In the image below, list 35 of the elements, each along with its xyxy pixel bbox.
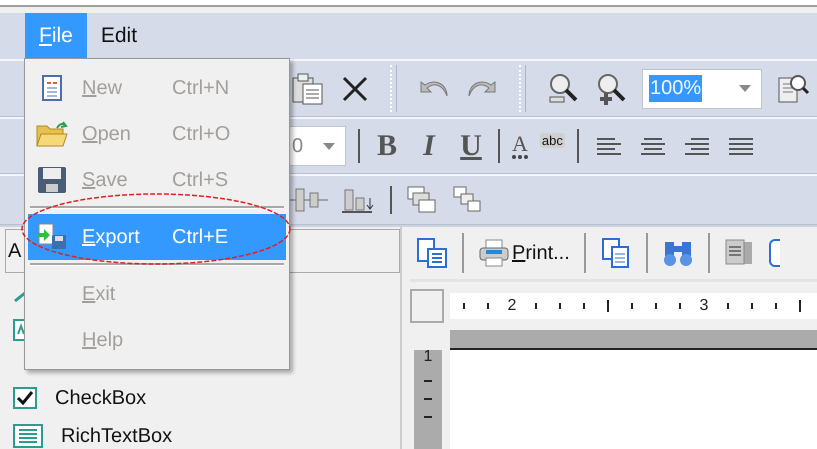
report-icon[interactable] bbox=[416, 237, 448, 269]
ruler-number: 2 bbox=[508, 297, 516, 315]
toolbar-grip[interactable] bbox=[519, 65, 526, 112]
text-box-icon bbox=[13, 424, 43, 448]
menu-bar-item[interactable]: Edit bbox=[86, 13, 152, 59]
toolbox-item[interactable]: CheckBox bbox=[55, 386, 146, 410]
copy-icon[interactable] bbox=[600, 237, 632, 269]
align-center-icon[interactable] bbox=[638, 137, 667, 155]
underline-button[interactable]: U bbox=[456, 129, 486, 163]
folder-icon bbox=[35, 120, 69, 148]
menu-item[interactable]: Export Ctrl+E bbox=[28, 214, 286, 260]
document-icon bbox=[41, 75, 63, 101]
justify-icon[interactable] bbox=[726, 137, 755, 155]
align-middle-icon[interactable] bbox=[288, 186, 328, 214]
dropdown-arrow-icon bbox=[323, 142, 335, 150]
align-left-icon[interactable] bbox=[594, 137, 623, 155]
toolbox-item[interactable]: RichTextBox bbox=[61, 424, 172, 448]
ruler-number: 1 bbox=[424, 350, 432, 364]
printer-icon bbox=[478, 238, 510, 268]
font-color-button[interactable]: A bbox=[512, 133, 528, 159]
align-right-icon[interactable] bbox=[682, 137, 711, 155]
dropdown-arrow-icon bbox=[739, 85, 751, 92]
toolbar-grip[interactable] bbox=[390, 65, 397, 112]
export-icon bbox=[36, 223, 68, 251]
zoom-combo[interactable]: 100% bbox=[642, 68, 762, 108]
ruler-corner bbox=[410, 289, 444, 323]
bring-to-front-icon[interactable] bbox=[406, 185, 438, 215]
checkbox-icon bbox=[13, 387, 37, 409]
bold-button[interactable]: B bbox=[372, 129, 402, 163]
menu-bar-item[interactable]: File bbox=[25, 13, 87, 59]
italic-button[interactable]: I bbox=[414, 129, 444, 163]
toolbox-header-text: A bbox=[8, 240, 22, 262]
ruler-number: 3 bbox=[700, 297, 708, 315]
highlight-button[interactable]: abc bbox=[540, 132, 565, 148]
print-button[interactable]: Print... bbox=[478, 238, 570, 268]
